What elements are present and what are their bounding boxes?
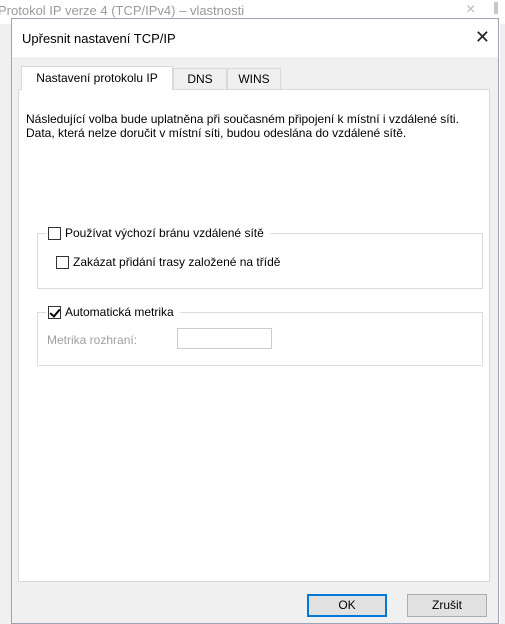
checkbox-box-checked[interactable] [48,305,61,319]
background-window-edge-right [500,24,505,624]
use-remote-gateway-checkbox[interactable]: Používat výchozí bránu vzdálené sítě [46,226,270,240]
advanced-tcpip-dialog: Upřesnit nastavení TCP/IP ✕ Nastavení pr… [11,18,499,624]
background-close-icon[interactable]: × [466,1,475,19]
ok-button[interactable]: OK [307,594,387,617]
tab-label: DNS [187,72,213,86]
dialog-title: Upřesnit nastavení TCP/IP [22,31,176,46]
dialog-titlebar: Upřesnit nastavení TCP/IP ✕ [12,19,498,57]
cancel-button-label: Zrušit [432,598,462,612]
ok-button-label: OK [338,598,356,612]
tab-ip-settings[interactable]: Nastavení protokolu IP [21,66,173,90]
use-remote-gateway-label: Používat výchozí bránu vzdálené sítě [65,226,264,240]
interface-metric-input[interactable] [177,328,272,349]
checkbox-box[interactable] [56,255,69,269]
background-scrollbar-stub [494,2,498,14]
automatic-metric-label: Automatická metrika [65,305,174,319]
automatic-metric-checkbox[interactable]: Automatická metrika [46,305,180,319]
disable-class-route-checkbox[interactable]: Zakázat přidání trasy založené na třídě [56,255,280,269]
interface-metric-label: Metrika rozhraní: [47,333,138,347]
tab-label: Nastavení protokolu IP [36,71,158,85]
background-window-title: Protokol IP verze 4 (TCP/IPv4) – vlastno… [0,3,245,18]
checkbox-box[interactable] [48,226,61,240]
description-text: Následující volba bude uplatněna při sou… [26,112,459,140]
tab-label: WINS [238,72,270,86]
disable-class-route-label: Zakázat přidání trasy založené na třídě [73,255,281,269]
tab-dns[interactable]: DNS [173,68,227,89]
background-window-edge-left [0,24,11,624]
tab-wins[interactable]: WINS [227,68,281,89]
tab-panel-ip-settings: Následující volba bude uplatněna při sou… [18,89,490,582]
close-icon[interactable]: ✕ [475,27,490,47]
cancel-button[interactable]: Zrušit [407,594,487,617]
